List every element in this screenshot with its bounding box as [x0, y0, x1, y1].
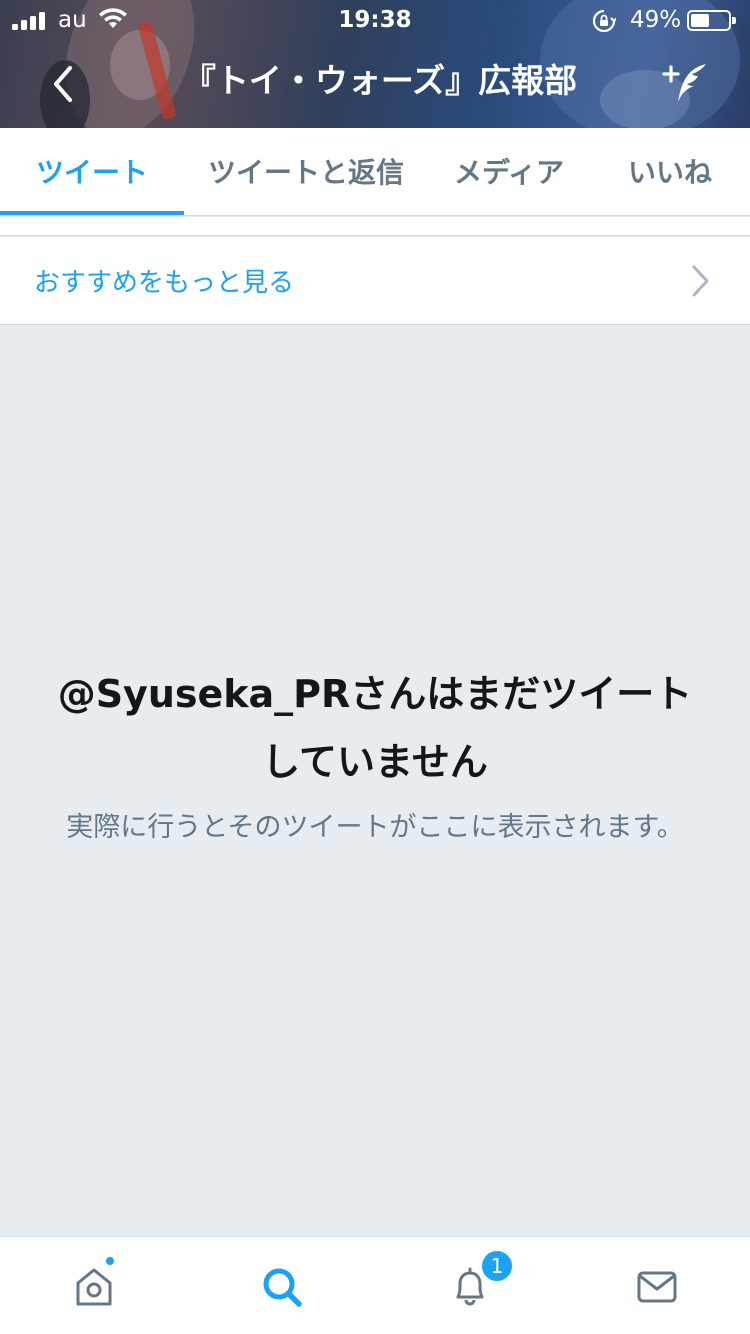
profile-header: au 19:38 49% 『トイ・ウォーズ』広報部: [0, 0, 750, 128]
battery-icon: [687, 10, 736, 31]
new-content-dot: [104, 1255, 116, 1267]
chevron-right-icon: [692, 265, 709, 297]
status-bar: au 19:38 49%: [0, 0, 750, 40]
page-title: 『トイ・ウォーズ』広報部: [182, 61, 578, 100]
tab-tweets[interactable]: ツイート: [0, 128, 184, 216]
empty-state-title: @Syuseka_PRさんはまだツイートしていません: [57, 672, 693, 784]
more-recommendations-row[interactable]: おすすめをもっと見る: [0, 237, 750, 325]
tab-tweets-and-replies[interactable]: ツイートと返信: [184, 128, 428, 216]
tab-search[interactable]: [188, 1237, 375, 1334]
compose-tweet-icon: [662, 64, 706, 102]
tab-home[interactable]: [0, 1237, 187, 1334]
home-icon: [76, 1268, 111, 1306]
compose-tweet-button[interactable]: [660, 58, 714, 108]
chevron-left-icon: [54, 66, 72, 102]
more-recommendations-label: おすすめをもっと見る: [34, 268, 295, 298]
active-tab-indicator: [0, 211, 184, 215]
profile-tabs: ツイート ツイートと返信 メディア いいね: [0, 128, 750, 216]
notification-badge: 1: [480, 1249, 514, 1283]
battery-percent: 49%: [630, 7, 682, 33]
tab-messages[interactable]: [563, 1237, 750, 1334]
tab-notifications[interactable]: 1: [376, 1237, 563, 1334]
envelope-icon: [637, 1271, 676, 1303]
back-button[interactable]: [44, 58, 84, 108]
tab-media[interactable]: メディア: [428, 128, 590, 216]
search-icon: [263, 1268, 302, 1307]
divider: [0, 217, 750, 236]
rotation-lock-icon: [592, 9, 616, 33]
bottom-tab-bar: 1: [0, 1236, 750, 1334]
tab-likes[interactable]: いいね: [590, 128, 750, 216]
empty-state-body: 実際に行うとそのツイートがここに表示されます。: [66, 812, 684, 843]
